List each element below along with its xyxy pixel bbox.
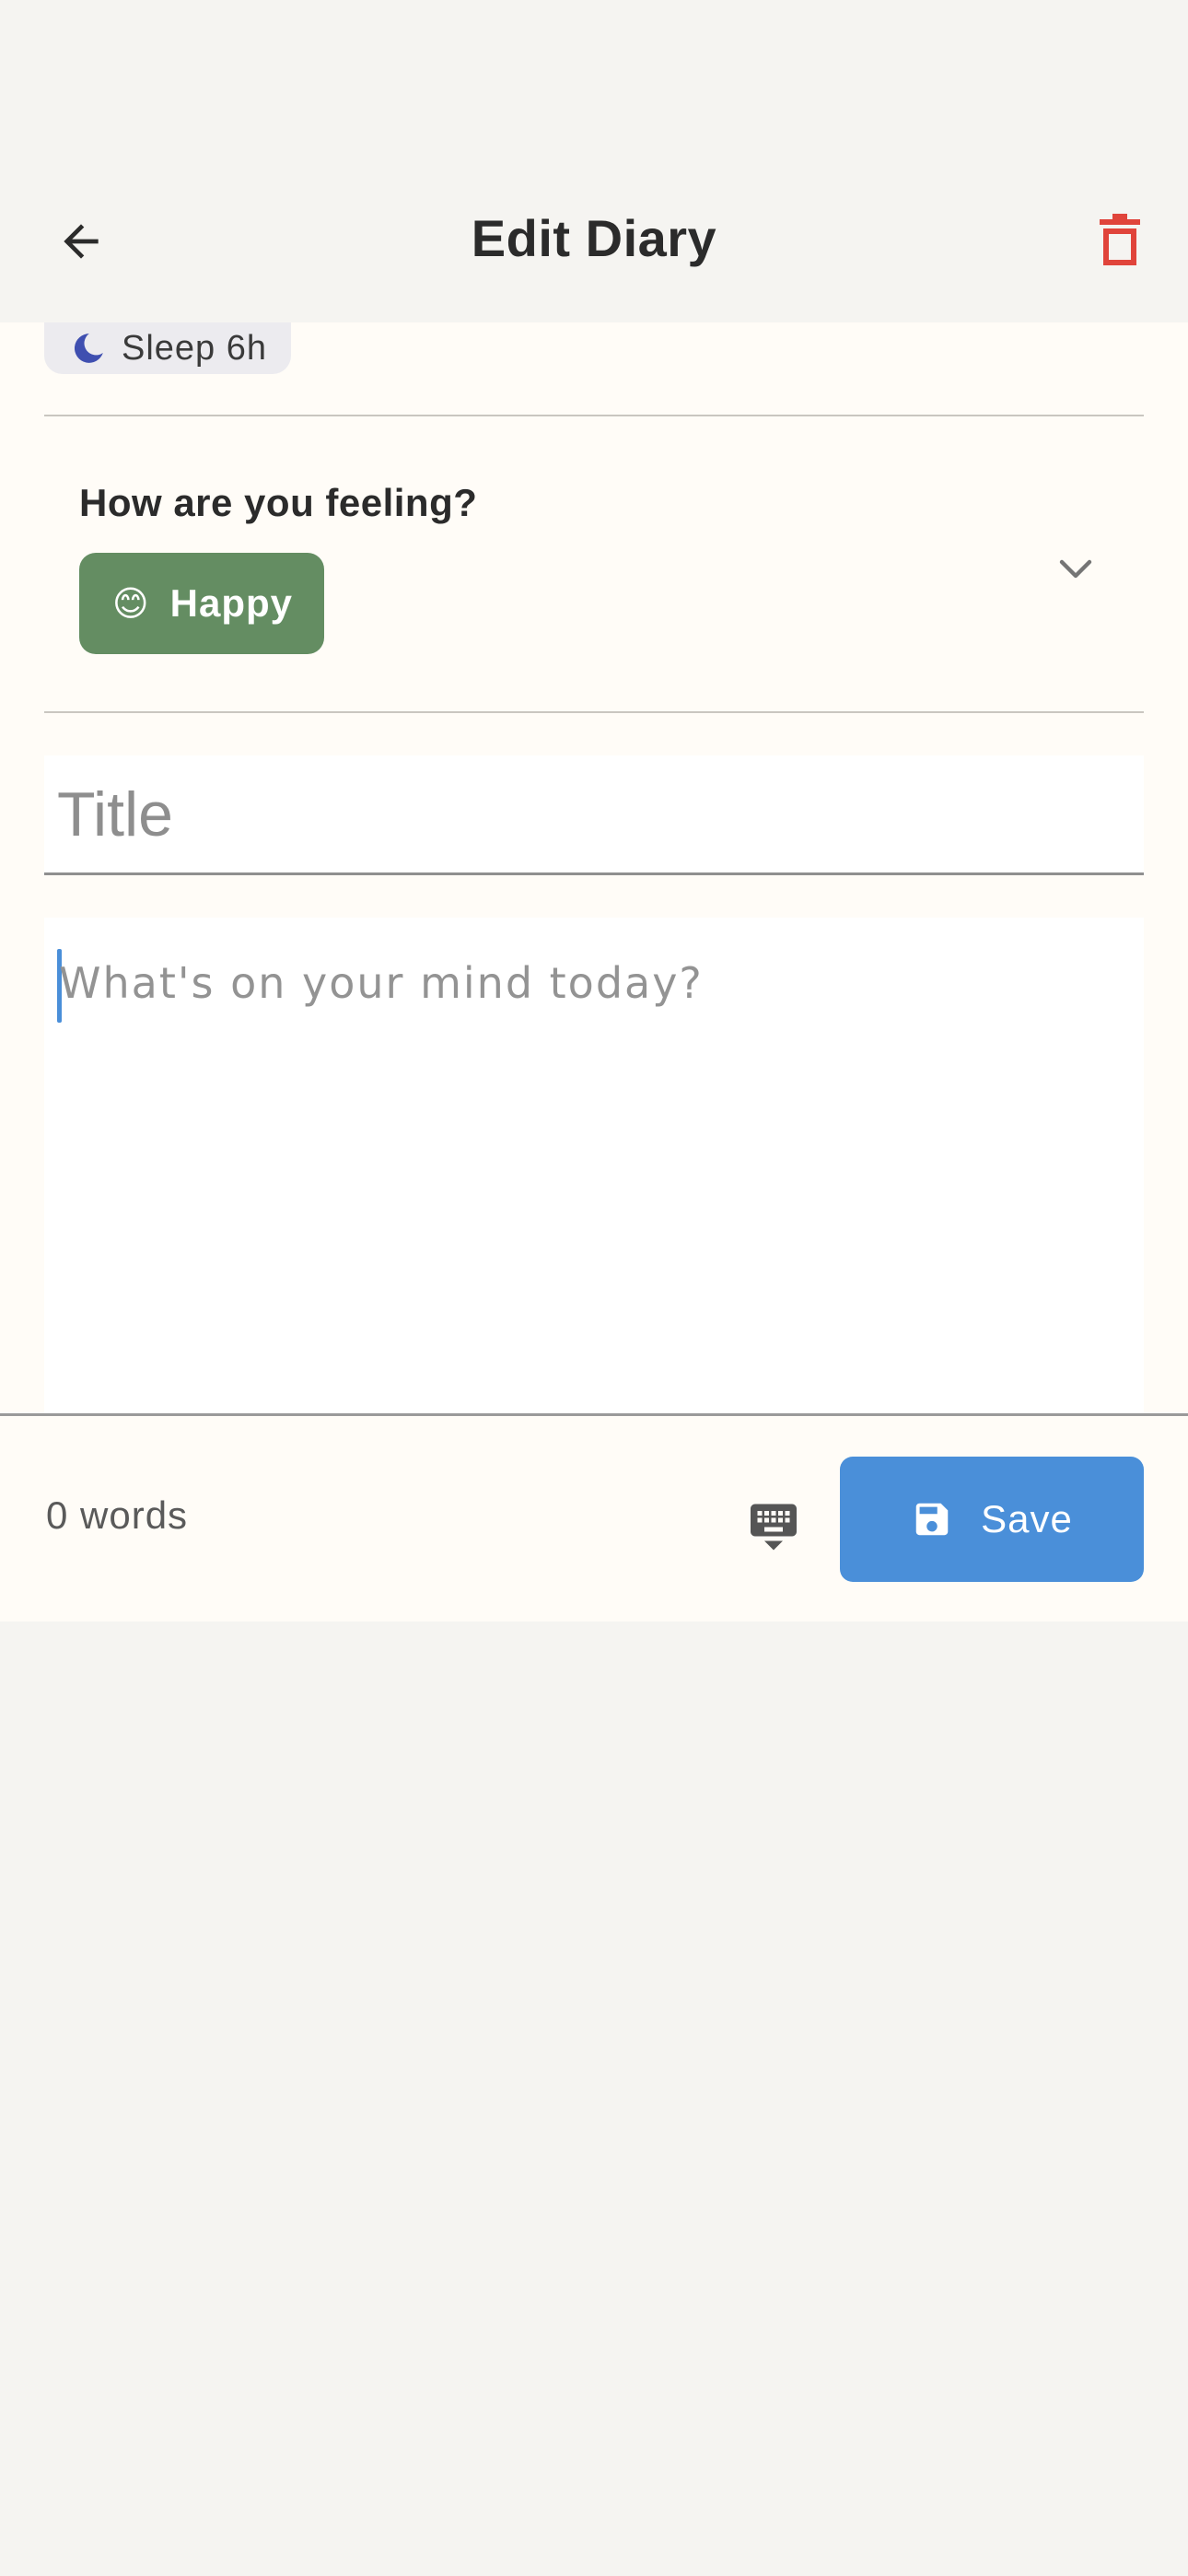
divider <box>44 711 1144 713</box>
save-button[interactable]: Save <box>840 1457 1144 1582</box>
chevron-down-icon <box>1059 559 1092 579</box>
bottom-bar: 0 words Save <box>0 1413 1188 1622</box>
body-placeholder: What's on your mind today? <box>59 958 704 1008</box>
title-input[interactable]: Title <box>44 755 1144 875</box>
word-count: 0 words <box>46 1493 189 1537</box>
mood-dropdown-toggle[interactable] <box>1039 533 1112 606</box>
app-bar: Edit Diary <box>0 0 1188 322</box>
page-title: Edit Diary <box>471 209 717 267</box>
title-placeholder: Title <box>57 779 173 849</box>
smile-emoji-icon: 😊 <box>112 584 150 624</box>
mood-question: How are you feeling? <box>79 481 478 524</box>
sleep-chip[interactable]: Sleep 6h <box>44 322 291 374</box>
keyboard-hide-icon <box>751 1504 797 1551</box>
hide-keyboard-button[interactable] <box>737 1488 810 1562</box>
moon-icon <box>70 330 107 367</box>
mood-chip-selected[interactable]: 😊 Happy <box>79 553 324 654</box>
sleep-label: Sleep 6h <box>122 328 268 368</box>
mood-label: Happy <box>169 581 293 625</box>
floppy-disk-icon <box>911 1498 953 1540</box>
divider <box>44 415 1144 416</box>
diary-editor-screen: Edit Diary Sleep 6h How are you feeling?… <box>0 0 1188 2576</box>
delete-button[interactable] <box>1083 205 1157 278</box>
trash-icon <box>1100 214 1140 265</box>
save-label: Save <box>981 1497 1073 1540</box>
